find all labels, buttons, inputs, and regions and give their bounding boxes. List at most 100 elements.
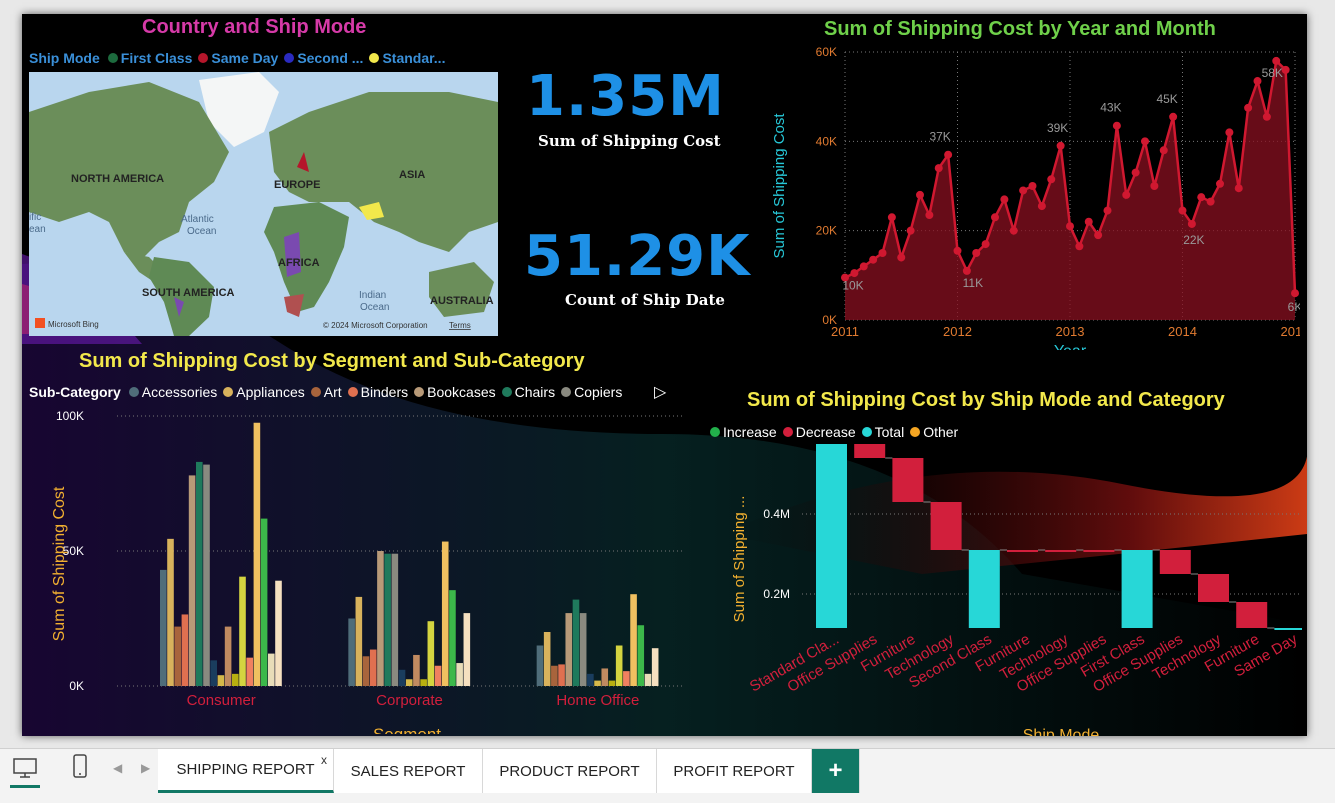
bar — [181, 614, 189, 686]
line-chart[interactable]: 0K20K40K60K2011201220132014201510K37K11K… — [770, 40, 1300, 350]
legend-item[interactable]: Chairs — [501, 384, 555, 400]
legend-dot — [310, 387, 321, 397]
legend-dot — [369, 53, 380, 63]
legend-item[interactable]: Other — [910, 424, 958, 440]
add-page-button[interactable]: + — [812, 749, 860, 793]
desktop-view-icon[interactable] — [12, 755, 38, 785]
data-point — [1141, 137, 1149, 146]
data-point — [1159, 146, 1168, 155]
x-axis-title: Year — [1054, 343, 1087, 350]
x-tick-label: Home Office — [556, 692, 639, 709]
next-tab-icon[interactable]: ▶ — [141, 761, 150, 775]
y-axis-title: Sum of Shipping Cost — [51, 486, 68, 641]
legend-item[interactable]: Increase — [710, 424, 777, 440]
bar — [391, 553, 399, 686]
data-point — [1150, 182, 1159, 190]
legend-second-class[interactable]: Second ... — [284, 50, 363, 66]
map-label: NORTH AMERICA — [71, 173, 164, 185]
bar — [413, 654, 420, 686]
y-tick-label: 0.4M — [763, 507, 790, 521]
close-tab-icon[interactable]: x — [321, 753, 327, 767]
waterfall-title: Sum of Shipping Cost by Ship Mode and Ca… — [747, 389, 1225, 411]
bar — [362, 656, 370, 686]
data-point — [1244, 103, 1253, 112]
legend-item[interactable]: Copiers — [561, 384, 622, 400]
data-point — [1206, 197, 1215, 206]
tab-sales-report[interactable]: SALES REPORT — [334, 749, 483, 793]
bar — [398, 669, 406, 686]
data-point — [850, 269, 859, 278]
legend-item[interactable]: Accessories — [128, 384, 217, 400]
legend-standard-class[interactable]: Standar... — [369, 50, 445, 66]
tab-shipping-report[interactable]: SHIPPING REPORT x — [158, 749, 334, 793]
bar — [587, 673, 594, 686]
data-point — [1000, 195, 1009, 204]
bar — [579, 613, 587, 686]
legend-item[interactable]: Art — [310, 384, 342, 400]
bar — [558, 664, 565, 686]
world-map[interactable]: NORTH AMERICA SOUTH AMERICA EUROPE ASIA … — [29, 72, 498, 336]
data-point — [1009, 226, 1018, 235]
mobile-view-icon[interactable] — [70, 753, 90, 785]
map-label: ASIA — [399, 169, 425, 181]
legend-item[interactable]: Total — [861, 424, 904, 440]
bar — [551, 665, 558, 686]
data-point — [1066, 222, 1074, 231]
bar — [434, 665, 442, 686]
map-label: Indian — [359, 290, 386, 301]
bar — [441, 541, 449, 686]
bar-chart[interactable]: 0K50K100KConsumerCorporateHome OfficeSeg… — [22, 404, 702, 734]
bar — [348, 618, 355, 686]
map-label: Ocean — [187, 226, 216, 237]
data-label: 10K — [842, 279, 863, 293]
tab-profit-report[interactable]: PROFIT REPORT — [657, 749, 812, 793]
data-point — [1291, 289, 1299, 298]
x-axis-title: Ship Mode — [1023, 727, 1100, 736]
legend-dot — [782, 427, 793, 437]
decrease-bar — [1083, 550, 1115, 552]
waterfall-chart[interactable]: 0.2M0.4M0.6MStandard Cla...Office Suppli… — [702, 444, 1302, 736]
bar — [160, 569, 167, 686]
legend-next-icon[interactable]: ▷ — [654, 382, 666, 401]
x-tick-label: 2013 — [1056, 324, 1085, 339]
data-point — [1112, 121, 1121, 130]
kpi-ship-date-value: 51.29K — [524, 224, 751, 289]
x-tick-label: 2015 — [1281, 324, 1300, 339]
bar — [644, 673, 652, 686]
bar — [623, 671, 630, 686]
bar — [203, 464, 210, 686]
data-point — [1047, 175, 1056, 184]
data-point — [1253, 77, 1262, 86]
legend-same-day[interactable]: Same Day — [198, 50, 278, 66]
bar — [543, 632, 551, 686]
kpi-ship-date-label: Count of Ship Date — [565, 291, 725, 309]
legend-item[interactable]: Decrease — [782, 424, 856, 440]
decrease-bar — [1159, 550, 1191, 574]
bing-logo-icon — [35, 318, 45, 328]
legend-item[interactable]: Binders — [347, 384, 408, 400]
data-point — [953, 246, 962, 255]
bar-chart-title: Sum of Shipping Cost by Segment and Sub-… — [79, 350, 585, 372]
data-point — [869, 255, 878, 264]
legend-label: Increase — [723, 424, 777, 440]
legend-dot — [910, 427, 921, 437]
bar — [196, 461, 203, 686]
data-point — [1187, 219, 1196, 228]
kpi-shipping-cost-value: 1.35M — [526, 64, 725, 129]
data-label: 39K — [1047, 121, 1068, 135]
legend-label: Copiers — [574, 384, 623, 400]
decrease-bar — [854, 444, 886, 458]
tab-product-report[interactable]: PRODUCT REPORT — [483, 749, 657, 793]
page-tab-bar: ◀ ▶ SHIPPING REPORT x SALES REPORT PRODU… — [0, 748, 1335, 803]
legend-item[interactable]: Bookcases — [414, 384, 496, 400]
bar — [369, 649, 377, 686]
bar — [384, 553, 391, 686]
prev-tab-icon[interactable]: ◀ — [113, 761, 122, 775]
legend-dot — [223, 387, 234, 397]
data-point — [1197, 193, 1206, 202]
bar — [188, 475, 196, 686]
x-tick-label: Consumer — [187, 692, 256, 709]
map-label: Ocean — [360, 302, 389, 313]
legend-first-class[interactable]: First Class — [107, 50, 192, 66]
legend-item[interactable]: Appliances — [223, 384, 305, 400]
